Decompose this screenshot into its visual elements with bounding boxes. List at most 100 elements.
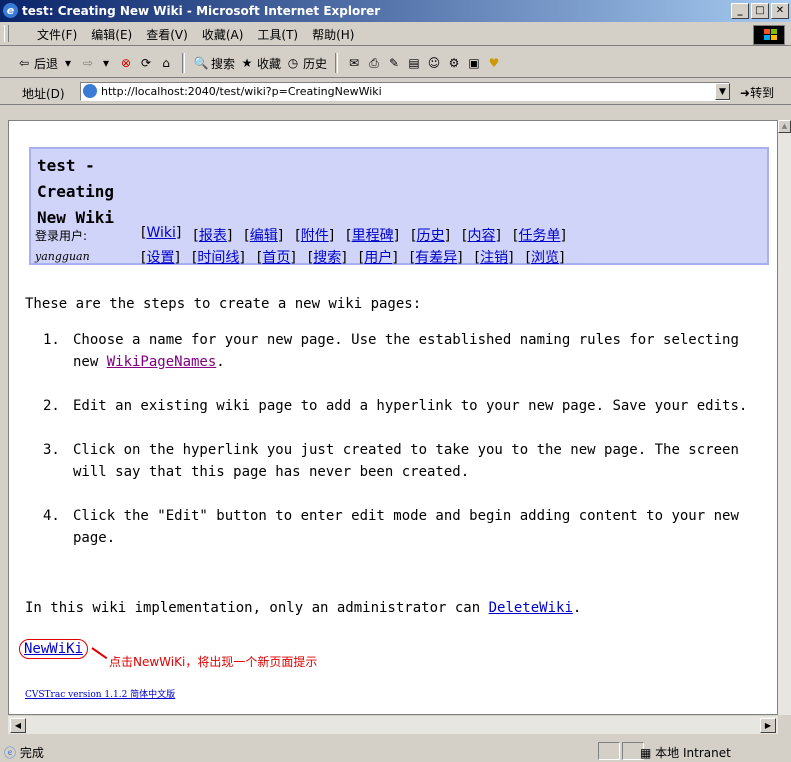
- nav-link[interactable]: Wiki: [146, 225, 175, 241]
- nav-item-diff[interactable]: [有差异]: [410, 247, 463, 267]
- nav-item-settings[interactable]: [设置]: [141, 247, 180, 267]
- address-input[interactable]: http://localhost:2040/test/wiki?p=Creati…: [80, 82, 730, 101]
- admin-text: In this wiki implementation, only an adm…: [25, 600, 489, 616]
- menu-edit[interactable]: 编辑(E): [84, 26, 139, 43]
- messenger-icon[interactable]: ☺: [426, 55, 442, 71]
- stop-icon[interactable]: ⊗: [118, 55, 134, 71]
- nav-item-timeline[interactable]: [时间线]: [192, 247, 245, 267]
- status-label: 完成: [19, 746, 44, 760]
- address-dropdown-icon[interactable]: ▼: [715, 83, 730, 100]
- address-label: 地址(D): [22, 87, 65, 101]
- favorites-label: 收藏: [257, 56, 282, 71]
- nav-item-history[interactable]: [历史]: [411, 225, 450, 245]
- scroll-up-icon[interactable]: ▲: [778, 120, 791, 133]
- status-cell: [598, 742, 620, 760]
- history-button[interactable]: ◷ 历史: [285, 55, 327, 72]
- list-item: 4. Click the "Edit" button to enter edit…: [43, 505, 763, 549]
- nav-item-home[interactable]: [首页]: [257, 247, 296, 267]
- step-number: 4.: [43, 508, 60, 524]
- nav-link[interactable]: 有差异: [415, 250, 457, 266]
- nav-link[interactable]: 内容: [468, 228, 496, 244]
- wikipagenames-link[interactable]: WikiPageNames: [107, 354, 217, 370]
- nav-link[interactable]: 用户: [364, 250, 392, 266]
- nav-link[interactable]: 注销: [480, 250, 508, 266]
- address-url: http://localhost:2040/test/wiki?p=Creati…: [101, 85, 382, 98]
- nav-link[interactable]: 浏览: [531, 250, 559, 266]
- go-button[interactable]: ➜转到: [740, 84, 774, 101]
- windows-logo-icon: [753, 25, 785, 45]
- nav-link[interactable]: 报表: [199, 228, 227, 244]
- menu-view[interactable]: 查看(V): [139, 26, 195, 43]
- nav-link[interactable]: 任务单: [518, 228, 560, 244]
- tool-icon[interactable]: ⚙: [446, 55, 462, 71]
- list-item: 3. Click on the hyperlink you just creat…: [43, 439, 763, 483]
- nav-item-milestones[interactable]: [里程碑]: [346, 225, 399, 245]
- nav-link[interactable]: 搜索: [313, 250, 341, 266]
- ie-icon: e: [3, 3, 18, 18]
- extension-icon[interactable]: ♥: [486, 55, 502, 71]
- address-bar: 地址(D) http://localhost:2040/test/wiki?p=…: [0, 79, 791, 105]
- back-button[interactable]: ⇦ 后退 ▾: [16, 55, 76, 72]
- steps-list: 1. Choose a name for your new page. Use …: [43, 329, 763, 571]
- horizontal-scrollbar[interactable]: ◀ ▶: [8, 715, 778, 734]
- minimize-button[interactable]: _: [731, 3, 749, 19]
- nav-link[interactable]: 历史: [417, 228, 445, 244]
- callout-pointer: [91, 647, 108, 660]
- media-icon[interactable]: ▣: [466, 55, 482, 71]
- discuss-icon[interactable]: ▤: [406, 55, 422, 71]
- forward-arrow-icon: ⇨: [82, 56, 94, 70]
- list-item: 2. Edit an existing wiki page to add a h…: [43, 395, 763, 417]
- nav-link[interactable]: 设置: [146, 250, 174, 266]
- menu-file[interactable]: 文件(F): [30, 26, 84, 43]
- nav-item-reports[interactable]: [报表]: [193, 225, 232, 245]
- history-label: 历史: [303, 56, 328, 71]
- status-text: ⓔ 完成: [4, 744, 44, 761]
- favorites-icon: ★: [241, 56, 253, 70]
- print-icon[interactable]: ⎙: [366, 55, 382, 71]
- window-title: test: Creating New Wiki - Microsoft Inte…: [22, 4, 381, 18]
- nav-item-users[interactable]: [用户]: [359, 247, 398, 267]
- step-number: 2.: [43, 398, 60, 414]
- step-punct: .: [216, 354, 225, 370]
- home-icon[interactable]: ⌂: [158, 55, 174, 71]
- refresh-icon[interactable]: ⟳: [138, 55, 154, 71]
- menu-tools[interactable]: 工具(T): [250, 26, 305, 43]
- edit-icon[interactable]: ✎: [386, 55, 402, 71]
- deletewiki-link[interactable]: DeleteWiki: [489, 600, 573, 616]
- scroll-left-icon[interactable]: ◀: [10, 718, 26, 733]
- nav-item-edit[interactable]: [编辑]: [244, 225, 283, 245]
- nav-item-tickets[interactable]: [任务单]: [513, 225, 566, 245]
- nav-item-attachments[interactable]: [附件]: [295, 225, 334, 245]
- intranet-icon: ▦: [640, 746, 652, 760]
- maximize-button[interactable]: □: [751, 3, 769, 19]
- nav-item-contents[interactable]: [内容]: [462, 225, 501, 245]
- forward-button[interactable]: ⇨ ▾: [80, 55, 114, 71]
- nav-row-2: [设置] [时间线] [首页] [搜索] [用户] [有差异] [注销] [浏览…: [141, 247, 565, 267]
- menu-help[interactable]: 帮助(H): [305, 26, 361, 43]
- back-label: 后退: [34, 56, 59, 71]
- menu-bar: 文件(F) 编辑(E) 查看(V) 收藏(A) 工具(T) 帮助(H): [0, 22, 791, 46]
- nav-item-browse[interactable]: [浏览]: [526, 247, 565, 267]
- nav-item-wiki[interactable]: [Wiki]: [141, 225, 181, 245]
- page-title: test - Creating New Wiki: [37, 156, 115, 227]
- nav-row-1: [Wiki] [报表] [编辑] [附件] [里程碑] [历史] [内容] [任…: [141, 225, 566, 245]
- favorites-button[interactable]: ★ 收藏: [239, 55, 281, 72]
- dropdown-icon: ▾: [103, 56, 110, 70]
- mail-icon[interactable]: ✉: [346, 55, 362, 71]
- nav-link[interactable]: 编辑: [250, 228, 278, 244]
- menu-grip: [4, 25, 9, 42]
- nav-link[interactable]: 时间线: [197, 250, 239, 266]
- close-button[interactable]: ✕: [771, 3, 789, 19]
- newwiki-link[interactable]: NewWiKi: [19, 639, 89, 659]
- nav-link[interactable]: 里程碑: [352, 228, 394, 244]
- nav-item-logout[interactable]: [注销]: [475, 247, 514, 267]
- search-button[interactable]: 🔍 搜索: [193, 55, 236, 72]
- cvstrac-version-link[interactable]: CVSTrac version 1.1.2 简体中文版: [25, 687, 175, 700]
- nav-link[interactable]: 首页: [262, 250, 290, 266]
- vertical-scrollbar[interactable]: ▲: [778, 120, 791, 715]
- menu-favorites[interactable]: 收藏(A): [195, 26, 251, 43]
- step-text: Click on the hyperlink you just created …: [73, 442, 739, 480]
- nav-link[interactable]: 附件: [301, 228, 329, 244]
- nav-item-search[interactable]: [搜索]: [308, 247, 347, 267]
- scroll-right-icon[interactable]: ▶: [760, 718, 776, 733]
